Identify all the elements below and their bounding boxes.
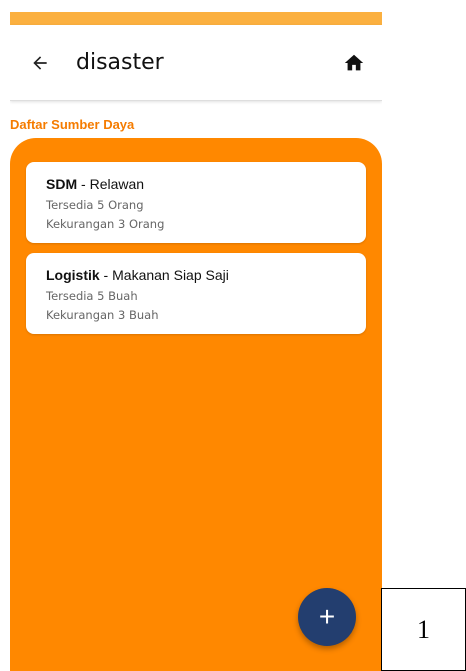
back-button[interactable] [26, 49, 54, 77]
resource-shortage: Kekurangan 3 Orang [46, 217, 165, 231]
resource-separator: - [99, 267, 113, 283]
status-bar [10, 12, 382, 25]
home-button[interactable] [340, 49, 368, 77]
resource-shortage: Kekurangan 3 Buah [46, 308, 159, 322]
resource-title: SDM - Relawan [46, 176, 346, 192]
arrow-left-icon [33, 55, 47, 70]
resource-name: Relawan [89, 176, 145, 192]
resource-card[interactable]: SDM - Relawan Tersedia 5 Orang Kekuranga… [26, 162, 366, 243]
page-title: disaster [76, 50, 164, 75]
resource-title: Logistik - Makanan Siap Saji [46, 267, 346, 283]
home-icon [344, 54, 364, 70]
page-number: 1 [417, 614, 430, 644]
resource-available: Tersedia 5 Buah [46, 289, 138, 303]
plus-icon: + [318, 601, 336, 632]
page-number-box: 1 [381, 588, 466, 671]
resource-available: Tersedia 5 Orang [46, 198, 144, 212]
section-label: Daftar Sumber Daya [10, 117, 135, 132]
resource-category: SDM [46, 176, 78, 192]
app-bar: disaster [10, 25, 382, 101]
resource-name: Makanan Siap Saji [112, 267, 229, 283]
phone-screen: disaster Daftar Sumber Daya SDM - Relawa… [10, 12, 382, 671]
resource-category: Logistik [46, 267, 100, 283]
add-resource-button[interactable]: + [298, 588, 356, 646]
resource-separator: - [77, 176, 90, 192]
resource-card[interactable]: Logistik - Makanan Siap Saji Tersedia 5 … [26, 253, 366, 334]
